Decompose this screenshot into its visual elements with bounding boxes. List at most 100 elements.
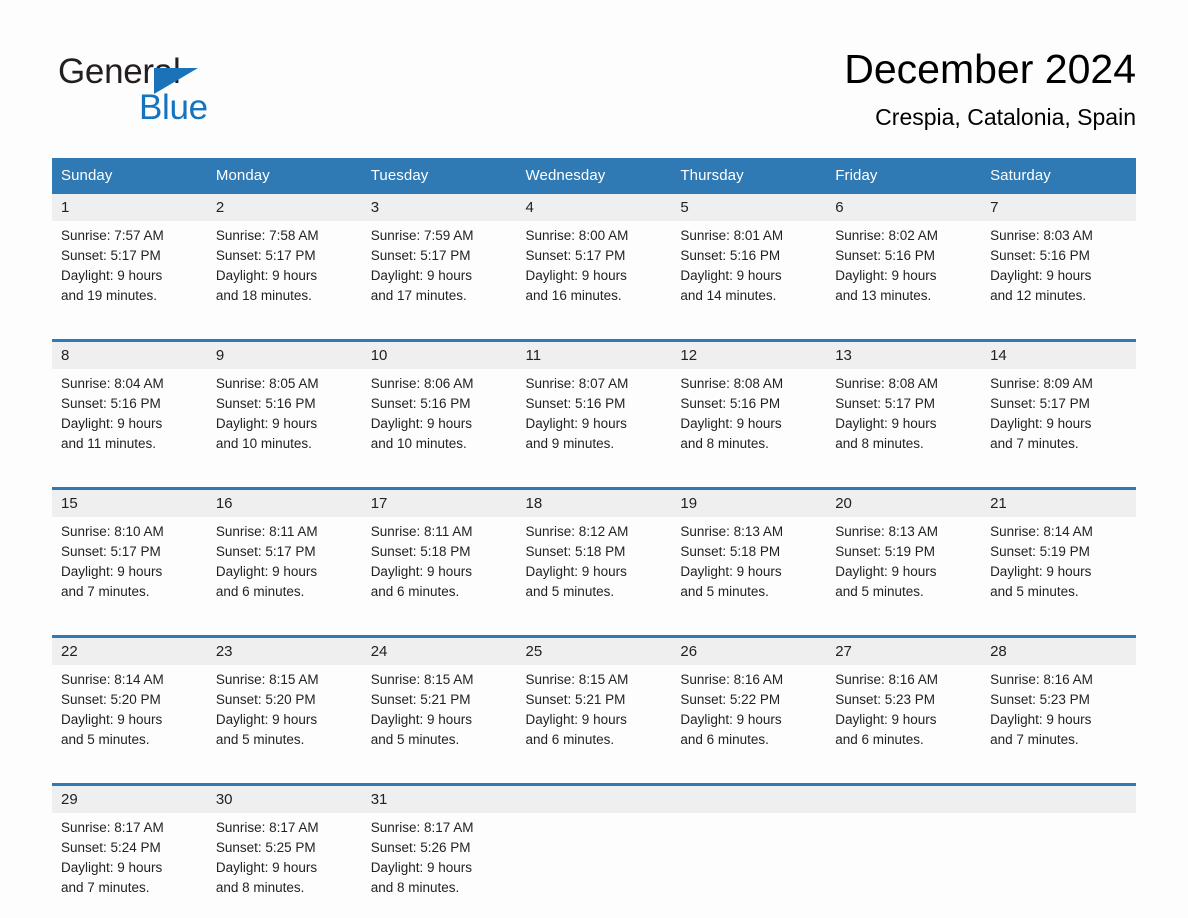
calendar-page: General Blue December 2024 Crespia, Cata… xyxy=(0,0,1188,918)
day-number[interactable]: 31 xyxy=(361,783,517,813)
day-cell[interactable]: Sunrise: 8:02 AM Sunset: 5:16 PM Dayligh… xyxy=(826,221,982,324)
day-number[interactable]: 15 xyxy=(52,487,207,517)
daylight-text-line2: and 7 minutes. xyxy=(61,880,150,895)
sunset-text: Sunset: 5:17 PM xyxy=(835,396,936,411)
day-cell[interactable]: Sunrise: 8:12 AM Sunset: 5:18 PM Dayligh… xyxy=(516,517,672,620)
day-number-empty xyxy=(671,783,827,813)
day-cell[interactable]: Sunrise: 8:17 AM Sunset: 5:25 PM Dayligh… xyxy=(206,813,362,916)
day-number[interactable]: 28 xyxy=(981,635,1136,665)
daylight-text-line1: Daylight: 9 hours xyxy=(215,416,318,431)
daylight-text-line1: Daylight: 9 hours xyxy=(61,712,163,727)
day-number-empty xyxy=(826,783,982,813)
day-number[interactable]: 27 xyxy=(826,635,982,665)
day-cell[interactable]: Sunrise: 8:15 AM Sunset: 5:21 PM Dayligh… xyxy=(361,665,517,768)
daylight-text-line1: Daylight: 9 hours xyxy=(990,416,1092,431)
sunset-text: Sunset: 5:23 PM xyxy=(835,692,936,707)
day-number[interactable]: 23 xyxy=(206,635,362,665)
day-cell[interactable]: Sunrise: 8:03 AM Sunset: 5:16 PM Dayligh… xyxy=(981,221,1136,324)
day-cell[interactable]: Sunrise: 8:17 AM Sunset: 5:26 PM Dayligh… xyxy=(361,813,517,916)
day-number[interactable]: 5 xyxy=(671,193,827,221)
page-title: December 2024 xyxy=(844,46,1136,92)
day-cell[interactable]: Sunrise: 8:14 AM Sunset: 5:20 PM Dayligh… xyxy=(52,665,207,768)
sunrise-text: Sunrise: 8:10 AM xyxy=(61,524,164,539)
day-number[interactable]: 2 xyxy=(206,193,362,221)
day-cell[interactable]: Sunrise: 8:07 AM Sunset: 5:16 PM Dayligh… xyxy=(516,369,672,472)
weekday-header-row: Sunday Monday Tuesday Wednesday Thursday… xyxy=(52,158,1136,194)
day-cell[interactable]: Sunrise: 8:09 AM Sunset: 5:17 PM Dayligh… xyxy=(981,369,1136,472)
day-number[interactable]: 4 xyxy=(516,193,672,221)
day-number[interactable]: 9 xyxy=(206,339,362,369)
daylight-text-line2: and 5 minutes. xyxy=(990,584,1079,599)
row-spacer xyxy=(52,620,1136,637)
daylight-text-line2: and 7 minutes. xyxy=(61,584,150,599)
day-number[interactable]: 8 xyxy=(52,339,207,369)
sunset-text: Sunset: 5:21 PM xyxy=(370,692,471,707)
day-cell[interactable]: Sunrise: 8:11 AM Sunset: 5:17 PM Dayligh… xyxy=(206,517,362,620)
day-number[interactable]: 19 xyxy=(671,487,827,517)
day-cell[interactable]: Sunrise: 7:57 AM Sunset: 5:17 PM Dayligh… xyxy=(52,221,207,324)
day-number[interactable]: 10 xyxy=(361,339,517,369)
day-cell[interactable]: Sunrise: 8:10 AM Sunset: 5:17 PM Dayligh… xyxy=(52,517,207,620)
day-cell[interactable]: Sunrise: 8:11 AM Sunset: 5:18 PM Dayligh… xyxy=(361,517,517,620)
sunrise-text: Sunrise: 8:15 AM xyxy=(215,672,319,687)
day-cell[interactable]: Sunrise: 7:58 AM Sunset: 5:17 PM Dayligh… xyxy=(206,221,362,324)
day-number[interactable]: 16 xyxy=(206,487,362,517)
day-number[interactable]: 29 xyxy=(52,783,207,813)
sunrise-text: Sunrise: 8:13 AM xyxy=(835,524,939,539)
day-cell[interactable]: Sunrise: 8:15 AM Sunset: 5:21 PM Dayligh… xyxy=(516,665,672,768)
day-cell[interactable]: Sunrise: 8:15 AM Sunset: 5:20 PM Dayligh… xyxy=(206,665,362,768)
week-3-info-row: Sunrise: 8:10 AM Sunset: 5:17 PM Dayligh… xyxy=(52,517,1136,620)
daylight-text-line1: Daylight: 9 hours xyxy=(835,712,937,727)
day-number[interactable]: 12 xyxy=(671,339,827,369)
general-blue-logo[interactable]: General Blue xyxy=(58,52,318,138)
day-number[interactable]: 26 xyxy=(671,635,827,665)
week-5-daynumber-row: 29 30 31 xyxy=(52,783,1136,813)
sunset-text: Sunset: 5:18 PM xyxy=(370,544,471,559)
day-cell[interactable]: Sunrise: 8:13 AM Sunset: 5:18 PM Dayligh… xyxy=(671,517,827,620)
day-cell[interactable]: Sunrise: 8:04 AM Sunset: 5:16 PM Dayligh… xyxy=(52,369,207,472)
day-number[interactable]: 20 xyxy=(826,487,982,517)
day-number[interactable]: 22 xyxy=(52,635,207,665)
sunrise-text: Sunrise: 8:16 AM xyxy=(835,672,939,687)
day-number[interactable]: 18 xyxy=(516,487,672,517)
row-spacer-cell xyxy=(52,324,1136,341)
sunrise-text: Sunrise: 8:14 AM xyxy=(61,672,164,687)
sunset-text: Sunset: 5:25 PM xyxy=(215,840,316,855)
day-cell[interactable]: Sunrise: 8:16 AM Sunset: 5:22 PM Dayligh… xyxy=(671,665,827,768)
daylight-text-line2: and 6 minutes. xyxy=(680,732,769,747)
sunset-text: Sunset: 5:17 PM xyxy=(525,248,626,263)
day-number[interactable]: 7 xyxy=(981,193,1136,221)
sunset-text: Sunset: 5:16 PM xyxy=(990,248,1090,263)
daylight-text-line2: and 11 minutes. xyxy=(61,436,157,451)
day-number[interactable]: 6 xyxy=(826,193,982,221)
page-header: General Blue December 2024 Crespia, Cata… xyxy=(52,44,1136,148)
daylight-text-line2: and 13 minutes. xyxy=(835,288,932,303)
day-number[interactable]: 1 xyxy=(52,193,207,221)
day-number[interactable]: 30 xyxy=(206,783,362,813)
day-cell[interactable]: Sunrise: 8:06 AM Sunset: 5:16 PM Dayligh… xyxy=(361,369,517,472)
day-number[interactable]: 17 xyxy=(361,487,517,517)
sunrise-text: Sunrise: 8:16 AM xyxy=(990,672,1093,687)
day-number[interactable]: 3 xyxy=(361,193,517,221)
day-number[interactable]: 11 xyxy=(516,339,672,369)
daylight-text-line2: and 5 minutes. xyxy=(525,584,615,599)
day-cell[interactable]: Sunrise: 8:08 AM Sunset: 5:16 PM Dayligh… xyxy=(671,369,827,472)
day-number[interactable]: 13 xyxy=(826,339,982,369)
sunrise-text: Sunrise: 8:08 AM xyxy=(835,376,939,391)
day-cell[interactable]: Sunrise: 8:01 AM Sunset: 5:16 PM Dayligh… xyxy=(671,221,827,324)
day-number[interactable]: 25 xyxy=(516,635,672,665)
day-cell[interactable]: Sunrise: 8:16 AM Sunset: 5:23 PM Dayligh… xyxy=(981,665,1136,768)
day-number[interactable]: 21 xyxy=(981,487,1136,517)
sunset-text: Sunset: 5:17 PM xyxy=(215,248,316,263)
day-number[interactable]: 24 xyxy=(361,635,517,665)
day-cell[interactable]: Sunrise: 8:00 AM Sunset: 5:17 PM Dayligh… xyxy=(516,221,672,324)
day-cell[interactable]: Sunrise: 7:59 AM Sunset: 5:17 PM Dayligh… xyxy=(361,221,517,324)
day-cell[interactable]: Sunrise: 8:05 AM Sunset: 5:16 PM Dayligh… xyxy=(206,369,362,472)
day-cell[interactable]: Sunrise: 8:16 AM Sunset: 5:23 PM Dayligh… xyxy=(826,665,982,768)
day-cell[interactable]: Sunrise: 8:14 AM Sunset: 5:19 PM Dayligh… xyxy=(981,517,1136,620)
day-cell[interactable]: Sunrise: 8:13 AM Sunset: 5:19 PM Dayligh… xyxy=(826,517,982,620)
day-number[interactable]: 14 xyxy=(981,339,1136,369)
day-cell[interactable]: Sunrise: 8:17 AM Sunset: 5:24 PM Dayligh… xyxy=(52,813,207,916)
day-cell[interactable]: Sunrise: 8:08 AM Sunset: 5:17 PM Dayligh… xyxy=(826,369,982,472)
week-3-daynumber-row: 15 16 17 18 19 20 21 xyxy=(52,487,1136,517)
